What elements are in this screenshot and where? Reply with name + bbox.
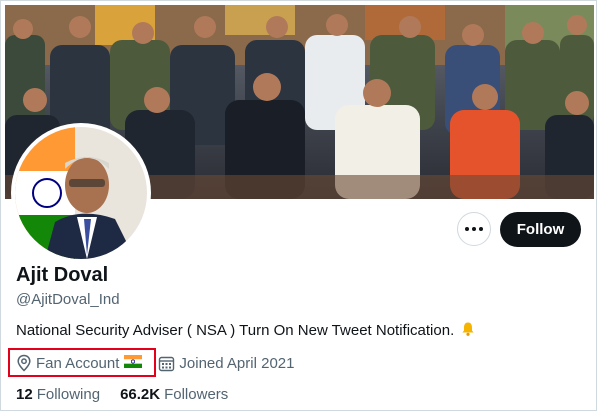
location: Fan Account bbox=[16, 354, 146, 372]
user-handle: @AjitDoval_Ind bbox=[16, 291, 120, 308]
followers-count: 66.2K bbox=[120, 386, 161, 403]
following-count: 12 bbox=[16, 386, 33, 403]
following-link[interactable]: 12 Following bbox=[16, 386, 100, 403]
india-flag-icon bbox=[124, 354, 146, 372]
profile-card: Follow Ajit Doval @AjitDoval_Ind Nationa… bbox=[0, 0, 597, 411]
bio: National Security Adviser ( NSA ) Turn O… bbox=[16, 321, 476, 341]
display-name: Ajit Doval bbox=[16, 264, 109, 286]
avatar-photo bbox=[15, 127, 147, 259]
avatar[interactable] bbox=[11, 123, 151, 263]
profile-meta: Fan Account Joined April 2021 bbox=[16, 353, 294, 373]
calendar-icon bbox=[159, 356, 175, 371]
follow-stats: 12 Following 66.2K Followers bbox=[16, 386, 248, 403]
followers-link[interactable]: 66.2K Followers bbox=[120, 386, 228, 403]
follow-button[interactable]: Follow bbox=[500, 212, 581, 247]
bell-icon bbox=[460, 321, 476, 341]
more-horizontal-icon bbox=[465, 227, 469, 231]
followers-label: Followers bbox=[164, 386, 229, 403]
joined-text: Joined April 2021 bbox=[179, 354, 295, 372]
location-pin-icon bbox=[17, 354, 31, 372]
joined-date: Joined April 2021 bbox=[158, 355, 294, 372]
bio-text: National Security Adviser ( NSA ) Turn O… bbox=[16, 322, 455, 339]
following-label: Following bbox=[36, 386, 101, 403]
more-options-button[interactable] bbox=[457, 212, 491, 246]
location-text: Fan Account bbox=[36, 354, 120, 372]
